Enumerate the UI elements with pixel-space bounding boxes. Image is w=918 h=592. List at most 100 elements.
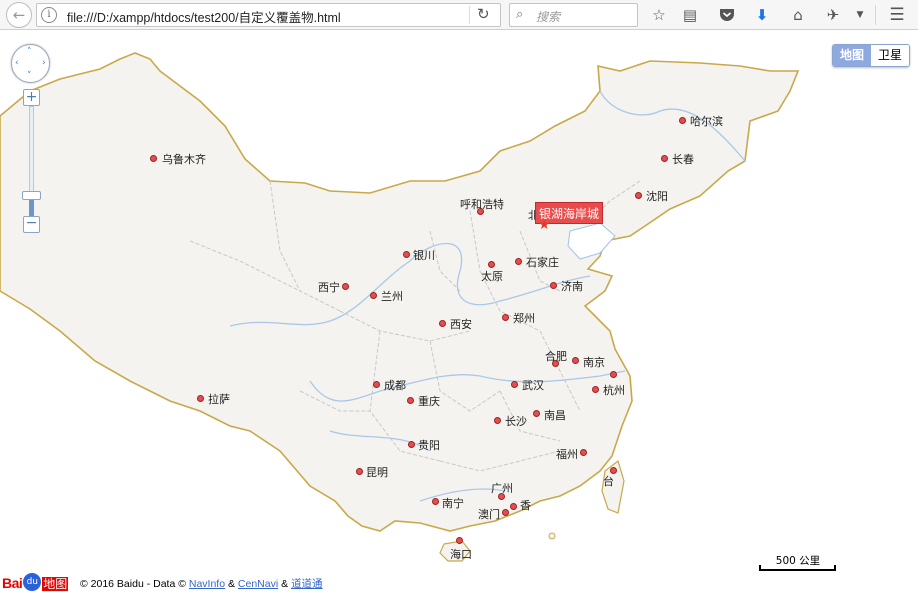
city-dot [488,261,495,268]
zoom-slider-handle[interactable] [22,191,41,200]
star-marker-icon[interactable]: ★ [538,218,551,232]
city-label: 海口 [450,548,472,561]
city-dot [661,155,668,162]
baidu-map-text: 地图 [42,577,69,591]
navinfo-link[interactable]: NavInfo [189,578,225,590]
city-dot [150,155,157,162]
url-bar[interactable]: i file:///D:/xampp/htdocs/test200/自定义覆盖物… [36,3,501,27]
pan-down-icon[interactable]: ˅ [27,72,32,81]
city-label: 石家庄 [526,256,559,269]
dropdown-icon[interactable]: ▼ [847,3,873,27]
city-label: 澳门 [478,508,500,521]
daodaotong-link[interactable]: 道道通 [291,578,323,590]
map-type-map-button[interactable]: 地图 [833,45,872,66]
city-dot [510,503,517,510]
baidu-logo-text: Bai [2,575,23,591]
toolbar-separator [875,5,876,25]
city-dot [373,381,380,388]
city-dot [533,410,540,417]
city-dot [511,381,518,388]
city-label: 合肥 [545,350,567,363]
info-icon[interactable]: i [41,7,57,23]
city-dot [408,441,415,448]
copyright: © 2016 Baidu - Data © NavInfo & CenNavi … [80,576,323,591]
city-label: 重庆 [418,395,440,408]
pan-right-icon[interactable]: › [42,59,46,68]
city-dot [572,357,579,364]
search-placeholder: 搜索 [536,10,561,24]
extension-icon[interactable]: ✈ [820,3,846,27]
city-label: 贵阳 [418,439,440,452]
url-separator [469,6,470,24]
copyright-text: © 2016 Baidu - Data © [80,578,186,590]
download-icon[interactable]: ⬇ [749,3,775,27]
city-dot [456,537,463,544]
browser-toolbar: ← i file:///D:/xampp/htdocs/test200/自定义覆… [0,0,918,30]
pan-up-icon[interactable]: ˄ [27,48,32,57]
city-label: 台 [603,475,614,488]
city-label: 武汉 [522,379,544,392]
city-label: 香 [520,499,531,512]
map-type-toggle: 地图 卫星 [832,44,911,67]
city-dot [494,417,501,424]
url-text[interactable]: file:///D:/xampp/htdocs/test200/自定义覆盖物.h… [67,7,341,26]
city-label: 西安 [450,318,472,331]
search-icon: ⌕ [516,7,524,22]
zoom-in-button[interactable]: + [23,89,40,106]
city-label: 兰州 [381,290,403,303]
city-label: 南昌 [544,409,566,422]
city-dot [370,292,377,299]
city-label: 西宁 [318,281,340,294]
city-dot [550,282,557,289]
copyright-separator: & [227,578,235,590]
cennavi-link[interactable]: CenNavi [238,578,278,590]
city-label: 拉萨 [208,393,230,406]
pan-control[interactable]: ˄ ˅ ‹ › [11,44,50,83]
map-view[interactable]: 乌鲁木齐 哈尔滨 长春 沈阳 呼和浩特 北 银川 太原 石家庄 西宁 兰州 济南… [0,31,918,592]
city-label: 昆明 [366,466,388,479]
city-dot [403,251,410,258]
search-bar[interactable]: ⌕ 搜索 [509,3,638,27]
city-label: 乌鲁木齐 [162,153,206,166]
city-dot [342,283,349,290]
map-type-satellite-button[interactable]: 卫星 [871,45,910,66]
home-icon[interactable]: ⌂ [785,3,811,27]
pan-left-icon[interactable]: ‹ [15,59,19,68]
city-dot [502,509,509,516]
city-label: 长春 [672,153,694,166]
city-dot [610,371,617,378]
back-arrow-icon: ← [12,6,26,24]
city-dot [502,314,509,321]
city-label: 广州 [491,482,513,495]
city-dot [439,320,446,327]
city-label: 沈阳 [646,190,668,203]
city-label: 太原 [481,270,503,283]
city-label: 郑州 [513,312,535,325]
city-dot [432,498,439,505]
city-label: 杭州 [603,384,625,397]
city-label: 济南 [561,280,583,293]
city-label: 银川 [413,249,435,262]
city-label: 南京 [583,356,605,369]
city-dot [635,192,642,199]
city-label: 福州 [556,448,578,461]
city-label: 成都 [384,379,406,392]
copyright-separator: & [281,578,289,590]
zoom-out-button[interactable]: − [23,216,40,233]
menu-icon[interactable]: ☰ [884,3,910,27]
city-dot [515,258,522,265]
reading-list-icon[interactable]: ▤ [677,3,703,27]
city-label: 南宁 [442,497,464,510]
city-dot [356,468,363,475]
reload-icon[interactable]: ↻ [477,5,490,23]
baidu-paw-icon: du [23,573,42,591]
bookmark-star-icon[interactable]: ☆ [646,3,672,27]
baidu-logo[interactable]: Bai du 地图 [2,565,69,591]
city-dot [197,395,204,402]
back-button[interactable]: ← [6,2,32,28]
city-label: 呼和浩特 [460,198,504,211]
city-dot [580,449,587,456]
city-dot [592,386,599,393]
city-label: 长沙 [505,415,527,428]
pocket-icon[interactable] [714,3,740,27]
